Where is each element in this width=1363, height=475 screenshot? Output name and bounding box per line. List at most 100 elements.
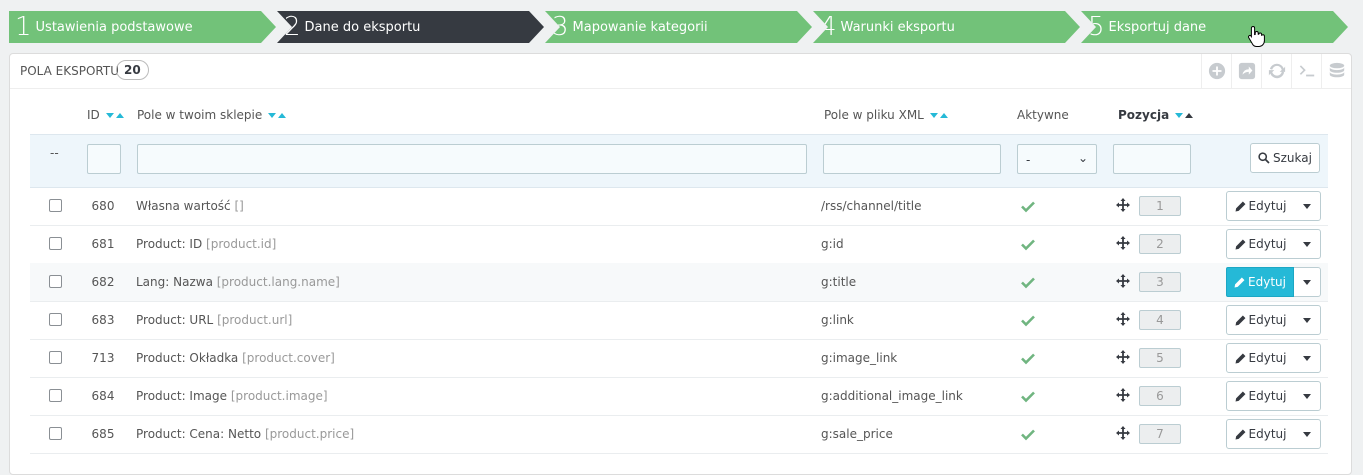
check-icon[interactable]	[1020, 388, 1036, 404]
edit-dropdown-toggle[interactable]	[1294, 192, 1320, 220]
pencil-icon	[1235, 353, 1245, 363]
row-checkbox[interactable]	[49, 199, 62, 212]
database-icon[interactable]	[1321, 54, 1351, 88]
edit-button-group: Edytuj	[1226, 229, 1321, 259]
caret-down-icon	[1303, 241, 1311, 247]
table-row[interactable]: 680 Własna wartość [] /rss/channel/title 1 E…	[30, 187, 1328, 226]
edit-dropdown-toggle[interactable]	[1294, 420, 1320, 448]
filter-xml-input[interactable]	[823, 144, 1001, 174]
drag-handle-icon[interactable]	[1116, 388, 1130, 402]
drag-handle-icon[interactable]	[1116, 198, 1130, 212]
step-4[interactable]: 4 Warunki eksportu	[813, 11, 1080, 43]
drag-handle-icon[interactable]	[1116, 274, 1130, 288]
check-icon[interactable]	[1020, 426, 1036, 442]
edit-dropdown-toggle[interactable]	[1294, 344, 1320, 372]
sort-desc-icon[interactable]	[268, 113, 277, 118]
row-field-name: Własna wartość	[136, 199, 231, 213]
edit-dropdown-toggle[interactable]	[1294, 268, 1320, 296]
table-row[interactable]: 683 Product: URL [product.url] g:link 4 Edyt…	[30, 301, 1328, 340]
position-value: 5	[1139, 348, 1181, 368]
edit-button[interactable]: Edytuj	[1227, 230, 1294, 258]
table-row[interactable]: 681 Product: ID [product.id] g:id 2 Edytuj	[30, 225, 1328, 264]
check-icon[interactable]	[1020, 312, 1036, 328]
row-id: 684	[91, 389, 115, 403]
edit-button[interactable]: Edytuj	[1227, 306, 1294, 334]
row-id: 685	[91, 427, 115, 441]
drag-handle-icon[interactable]	[1116, 426, 1130, 440]
edit-button-label: Edytuj	[1248, 199, 1287, 213]
edit-dropdown-toggle[interactable]	[1294, 306, 1320, 334]
edit-button[interactable]: Edytuj	[1227, 382, 1294, 410]
header-active-label: Aktywne	[1017, 108, 1069, 122]
step-2[interactable]: 2 Dane do eksportu	[277, 11, 544, 43]
sort-desc-icon[interactable]	[105, 113, 114, 118]
row-field: Product: Okładka [product.cover]	[136, 351, 335, 365]
row-xml-path: g:additional_image_link	[821, 389, 963, 403]
sort-asc-icon[interactable]	[939, 113, 948, 118]
row-id: 680	[91, 199, 115, 213]
refresh-icon[interactable]	[1261, 54, 1291, 88]
caret-down-icon	[1303, 203, 1311, 209]
drag-handle-icon[interactable]	[1116, 312, 1130, 326]
filter-row: -- - ⌄ Szukaj	[30, 134, 1328, 188]
position-value: 3	[1139, 272, 1181, 292]
table-row[interactable]: 682 Lang: Nazwa [product.lang.name] g:titl…	[30, 263, 1328, 302]
row-field-name: Product: URL	[136, 313, 214, 327]
row-field-tag: [product.price]	[264, 427, 355, 441]
sort-desc-icon[interactable]	[1175, 113, 1184, 118]
edit-button-group: Edytuj	[1226, 305, 1321, 335]
step-3[interactable]: 3 Mapowanie kategorii	[545, 11, 812, 43]
edit-button[interactable]: Edytuj	[1227, 344, 1294, 372]
position-value: 7	[1139, 424, 1181, 444]
check-icon[interactable]	[1020, 274, 1036, 290]
add-icon[interactable]	[1201, 54, 1231, 88]
sort-desc-icon[interactable]	[929, 113, 938, 118]
search-button[interactable]: Szukaj	[1250, 143, 1320, 173]
row-checkbox[interactable]	[49, 275, 62, 288]
sort-asc-icon[interactable]	[278, 113, 287, 118]
row-checkbox[interactable]	[49, 351, 62, 364]
header-active: Aktywne	[1017, 108, 1069, 122]
check-icon[interactable]	[1020, 198, 1036, 214]
filter-field-input[interactable]	[137, 144, 807, 174]
row-checkbox[interactable]	[49, 313, 62, 326]
row-field: Product: URL [product.url]	[136, 313, 292, 327]
filter-position-input[interactable]	[1113, 144, 1191, 174]
header-position[interactable]: Pozycja	[1118, 108, 1194, 122]
drag-handle-icon[interactable]	[1116, 350, 1130, 364]
row-checkbox[interactable]	[49, 389, 62, 402]
table-row[interactable]: 713 Product: Okładka [product.cover] g:ima…	[30, 339, 1328, 378]
check-icon[interactable]	[1020, 350, 1036, 366]
row-field: Lang: Nazwa [product.lang.name]	[136, 275, 340, 289]
table-row[interactable]: 685 Product: Cena: Netto [product.price] g…	[30, 415, 1328, 454]
edit-button[interactable]: Edytuj	[1226, 267, 1294, 297]
export-icon[interactable]	[1231, 54, 1261, 88]
drag-handle-icon[interactable]	[1116, 236, 1130, 250]
step-number: 2	[284, 12, 301, 42]
edit-button[interactable]: Edytuj	[1227, 420, 1294, 448]
sort-asc-icon[interactable]	[115, 113, 124, 118]
sort-asc-icon[interactable]	[1185, 113, 1194, 118]
table-row[interactable]: 684 Product: Image [product.image] g:addit…	[30, 377, 1328, 416]
check-icon[interactable]	[1020, 236, 1036, 252]
header-field[interactable]: Pole w twoim sklepie	[137, 108, 287, 122]
row-field-tag: [product.id]	[206, 237, 277, 251]
filter-active-select[interactable]: - ⌄	[1017, 144, 1097, 174]
pencil-icon	[1235, 391, 1245, 401]
header-id[interactable]: ID	[87, 108, 124, 122]
filter-id-input[interactable]	[87, 144, 121, 174]
wizard-steps: 1 Ustawienia podstawowe 2 Dane do ekspor…	[9, 11, 1349, 43]
step-1[interactable]: 1 Ustawienia podstawowe	[9, 11, 276, 43]
sql-icon[interactable]	[1291, 54, 1321, 88]
row-xml-path: g:image_link	[821, 351, 898, 365]
step-5[interactable]: 5 Eksportuj dane	[1081, 11, 1348, 43]
edit-button-label: Edytuj	[1248, 313, 1287, 327]
edit-dropdown-toggle[interactable]	[1294, 382, 1320, 410]
edit-dropdown-toggle[interactable]	[1294, 230, 1320, 258]
edit-button[interactable]: Edytuj	[1227, 192, 1294, 220]
row-field-tag: [product.url]	[217, 313, 293, 327]
bulk-actions-placeholder: --	[50, 146, 59, 160]
header-xml[interactable]: Pole w pliku XML	[824, 108, 948, 122]
row-checkbox[interactable]	[49, 427, 62, 440]
row-checkbox[interactable]	[49, 237, 62, 250]
